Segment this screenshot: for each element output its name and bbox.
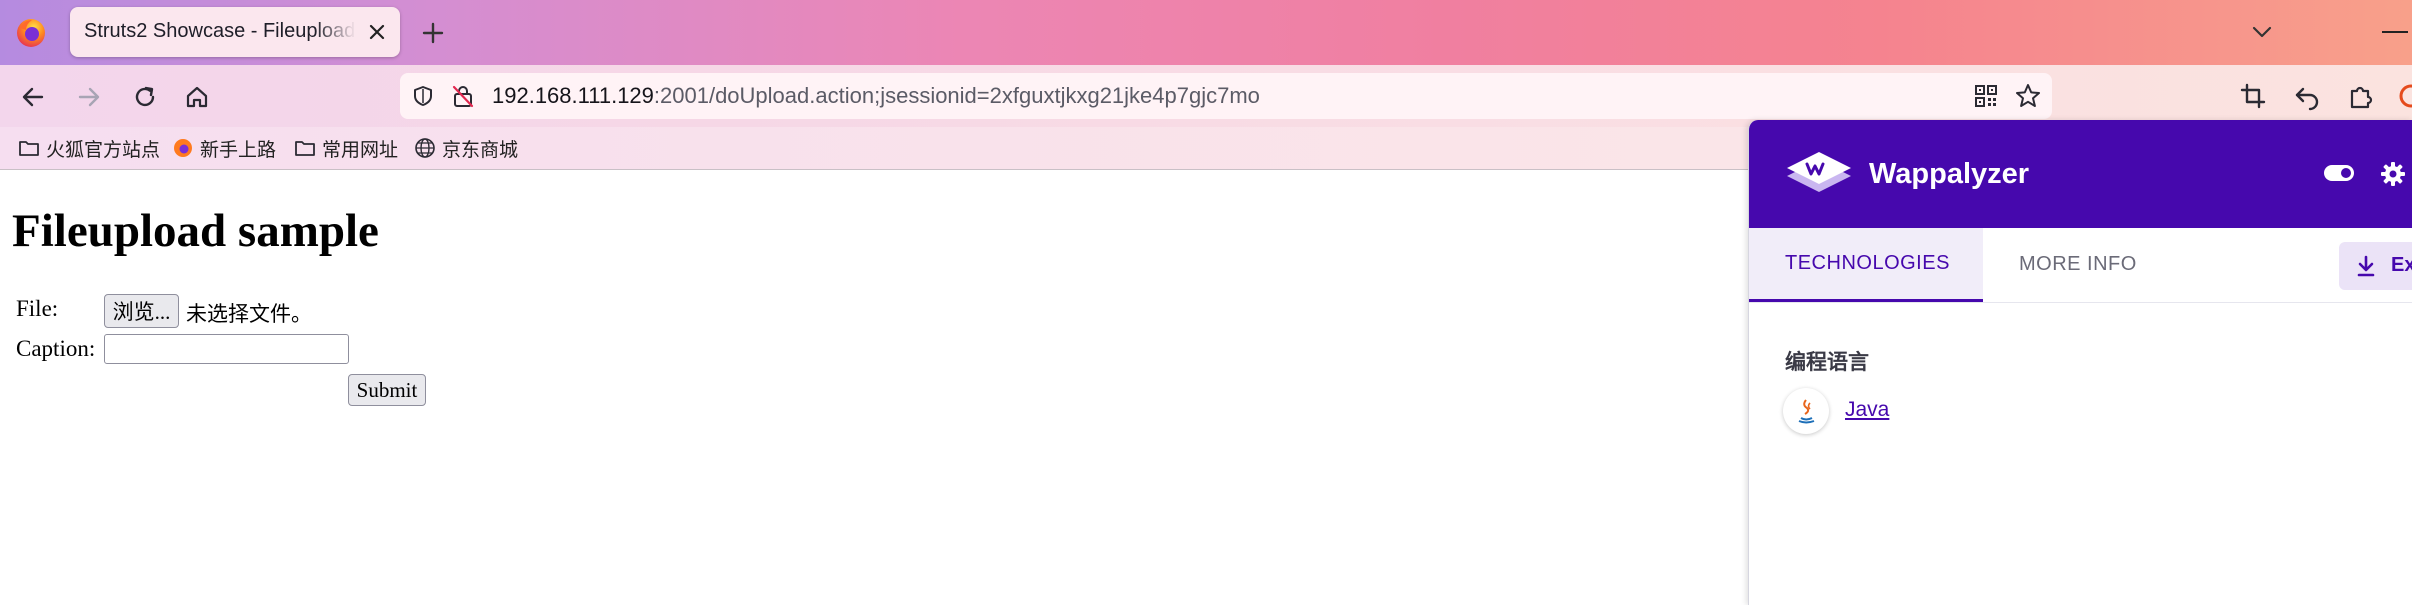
tab-title: Struts2 Showcase - Fileupload sample [84,20,356,42]
url-path: :2001/doUpload.action;jsessionid=2xfguxt… [653,83,1260,108]
address-bar[interactable]: 192.168.111.129:2001/doUpload.action;jse… [400,73,2052,119]
url-host: 192.168.111.129 [492,83,654,108]
reload-icon[interactable] [130,82,160,112]
tab-technologies[interactable]: TECHNOLOGIES [1749,228,1983,302]
forward-icon[interactable] [74,82,104,112]
no-file-text: 未选择文件。 [186,302,312,326]
wappalyzer-title: Wappalyzer [1869,158,2030,190]
java-icon [1783,388,1829,434]
chevron-down-icon[interactable] [2250,22,2274,42]
back-icon[interactable] [18,82,48,112]
extensions-icon[interactable] [2346,81,2376,111]
nav-bar: 192.168.111.129:2001/doUpload.action;jse… [0,65,2412,127]
screenshot-crop-icon[interactable] [2238,81,2268,111]
bookmark-item[interactable]: 常用网址 [294,133,398,163]
minimize-icon[interactable] [2382,31,2408,33]
undo-icon[interactable] [2292,81,2322,111]
page-title: Fileupload sample [12,205,379,257]
insecure-lock-icon[interactable] [452,84,474,108]
home-icon[interactable] [182,82,212,112]
toggle-icon[interactable] [2323,164,2355,182]
qr-code-icon[interactable] [1974,84,1998,108]
export-label: Ex [2391,254,2412,276]
download-icon [2357,255,2375,277]
tab-more-info-label: MORE INFO [2019,253,2137,275]
caption-label: Caption: [16,336,96,361]
wappalyzer-tabs: TECHNOLOGIES MORE INFO Ex [1749,228,2412,303]
bookmark-label: 火狐官方站点 [46,139,161,161]
shield-icon[interactable] [412,85,434,107]
category-heading: 编程语言 [1785,351,1869,374]
url-text[interactable]: 192.168.111.129:2001/doUpload.action;jse… [492,83,1260,109]
bookmark-item[interactable]: 火狐官方站点 [18,133,160,163]
file-label: File: [16,296,59,321]
tab-active[interactable]: Struts2 Showcase - Fileupload sample [70,7,400,57]
folder-icon [19,141,39,156]
close-icon[interactable] [366,21,388,43]
submit-button[interactable]: Submit [348,374,426,406]
browse-button[interactable]: 浏览... [104,294,179,328]
new-tab-icon[interactable] [420,20,446,46]
wappalyzer-header: Wappalyzer [1749,120,2412,228]
bookmark-label: 新手上路 [200,139,277,161]
caption-input[interactable] [104,334,349,364]
bookmark-star-icon[interactable] [2014,82,2042,110]
gear-icon[interactable] [2379,160,2407,188]
wappalyzer-panel: Wappalyzer TECHNOLOGIES MORE INFO E 编程语言… [1748,120,2412,605]
firefox-icon [174,139,192,157]
technology-link[interactable]: Java [1845,398,1889,422]
bookmark-label: 京东商城 [442,139,519,161]
extension-badge-icon[interactable] [2396,81,2412,111]
folder-icon [295,141,315,156]
wappalyzer-logo-icon [1787,152,1851,192]
bookmark-item[interactable]: 新手上路 [172,133,276,163]
bookmark-label: 常用网址 [322,139,399,161]
tab-technologies-label: TECHNOLOGIES [1785,252,1950,274]
bookmark-item[interactable]: 京东商城 [414,133,518,163]
export-button[interactable]: Ex [2339,242,2412,290]
globe-icon [415,138,435,158]
tab-bar: Struts2 Showcase - Fileupload sample [0,0,2412,65]
firefox-icon[interactable] [14,16,48,50]
